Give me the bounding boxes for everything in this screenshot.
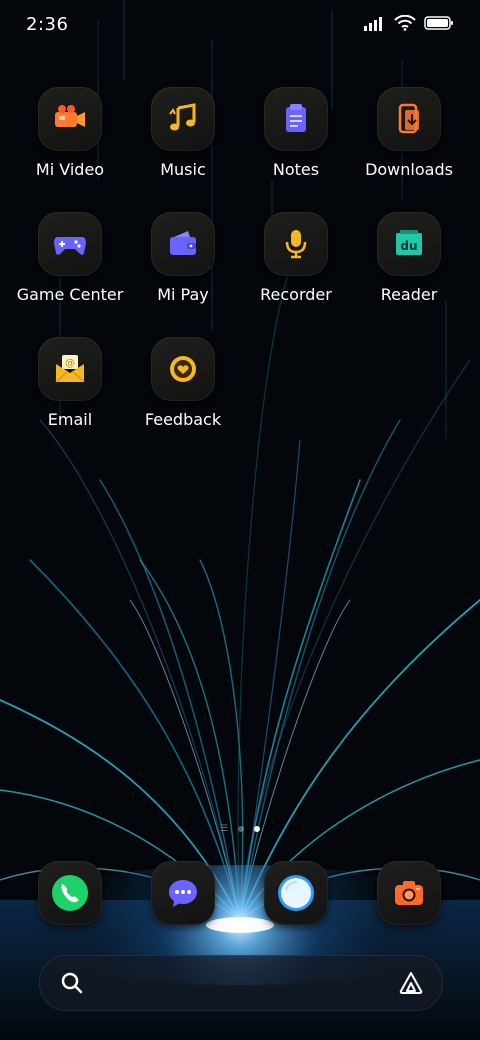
battery-icon [424,16,453,30]
app-icon-tile[interactable]: du [377,212,441,276]
app-icon-tile[interactable] [377,87,441,151]
assistant-icon[interactable] [398,970,424,996]
camera-icon [395,881,423,905]
app-label: Music [160,160,206,179]
app-feedback[interactable]: Feedback [127,337,239,429]
app-label: Mi Video [35,160,105,179]
app-icon-tile[interactable] [377,861,441,925]
app-icon-tile[interactable] [151,212,215,276]
notepad-icon [286,104,306,132]
search-icon[interactable] [60,971,84,995]
status-icons [364,15,454,31]
app-icon-tile[interactable] [151,861,215,925]
wallet-icon [170,231,196,255]
app-icon-tile[interactable] [264,87,328,151]
app-icon-tile[interactable]: @ [38,337,102,401]
status-bar: 2:36 [0,0,480,50]
download-phone-icon [398,103,419,134]
app-email[interactable]: @ Email [14,337,126,429]
app-label: Notes [272,160,320,179]
dock-messages[interactable] [127,861,239,925]
app-label: Downloads [365,160,453,179]
app-game-center[interactable]: Game Center [14,212,126,304]
gamepad-icon [54,237,86,255]
app-label: Feedback [144,410,222,429]
app-icon-tile[interactable] [264,861,328,925]
music-note-icon [169,103,196,131]
search-bar[interactable] [39,955,443,1011]
microphone-icon [285,230,307,259]
app-label: Game Center [16,285,124,304]
app-icon-tile[interactable] [151,337,215,401]
app-label: Mi Pay [157,285,209,304]
envelope-icon: @ [55,355,85,383]
app-music[interactable]: Music [127,87,239,179]
app-mi-video[interactable]: Mi Video [14,87,126,179]
app-icon-tile[interactable] [38,87,102,151]
app-label: Recorder [260,285,332,304]
svg-text:@: @ [65,358,75,369]
dock-browser[interactable] [240,861,352,925]
dock-phone[interactable] [14,861,126,925]
signal-icon [364,17,382,31]
app-label: Email [47,410,93,429]
feedback-heart-icon [170,356,196,382]
app-icon-tile[interactable] [38,212,102,276]
status-time: 2:36 [26,14,69,35]
app-label: Reader [380,285,438,304]
app-downloads[interactable]: Downloads [353,87,465,179]
app-reader[interactable]: du Reader [353,212,465,304]
phone-icon [52,875,88,911]
app-icon-tile[interactable] [264,212,328,276]
page-menu-icon: ☰ [219,824,229,834]
svg-text:du: du [400,239,417,253]
chat-bubble-icon [169,880,197,907]
app-icon-tile[interactable] [151,87,215,151]
app-mi-pay[interactable]: Mi Pay [127,212,239,304]
page-dot-active[interactable] [254,826,261,832]
app-recorder[interactable]: Recorder [240,212,352,304]
reader-du-icon: du [396,230,422,255]
wifi-icon [394,15,416,31]
video-camera-icon [55,105,85,127]
app-notes[interactable]: Notes [240,87,352,179]
page-dot[interactable] [238,826,245,832]
app-icon-tile[interactable] [38,861,102,925]
page-indicator[interactable]: ☰ [0,824,480,834]
dock-camera[interactable] [353,861,465,925]
browser-circle-icon [278,875,314,911]
